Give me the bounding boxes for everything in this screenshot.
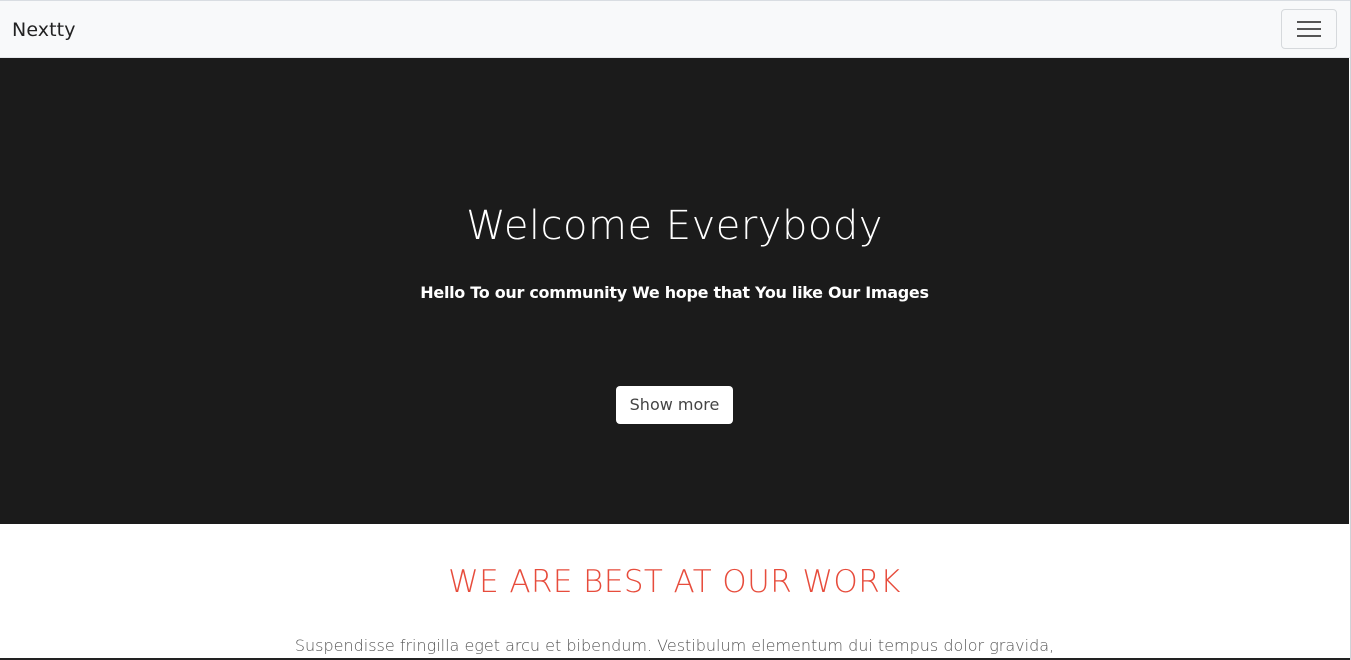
brand-link[interactable]: Nextty — [12, 18, 76, 42]
navbar: Nextty — [0, 1, 1350, 58]
hero-title: Welcome Everybody — [466, 203, 883, 249]
about-text: Suspendisse fringilla eget arcu et biben… — [294, 636, 1055, 655]
hero-section: Welcome Everybody Hello To our community… — [0, 58, 1349, 524]
navbar-toggler-button[interactable] — [1281, 9, 1337, 49]
hero-subtitle: Hello To our community We hope that You … — [420, 283, 929, 302]
show-more-button[interactable]: Show more — [616, 386, 733, 424]
about-section: WE ARE BEST AT OUR WORK Suspendisse frin… — [0, 524, 1349, 660]
about-heading: WE ARE BEST AT OUR WORK — [448, 564, 901, 600]
hamburger-menu-icon — [1297, 21, 1321, 37]
page: Nextty Welcome Everybody Hello To our co… — [0, 0, 1351, 660]
